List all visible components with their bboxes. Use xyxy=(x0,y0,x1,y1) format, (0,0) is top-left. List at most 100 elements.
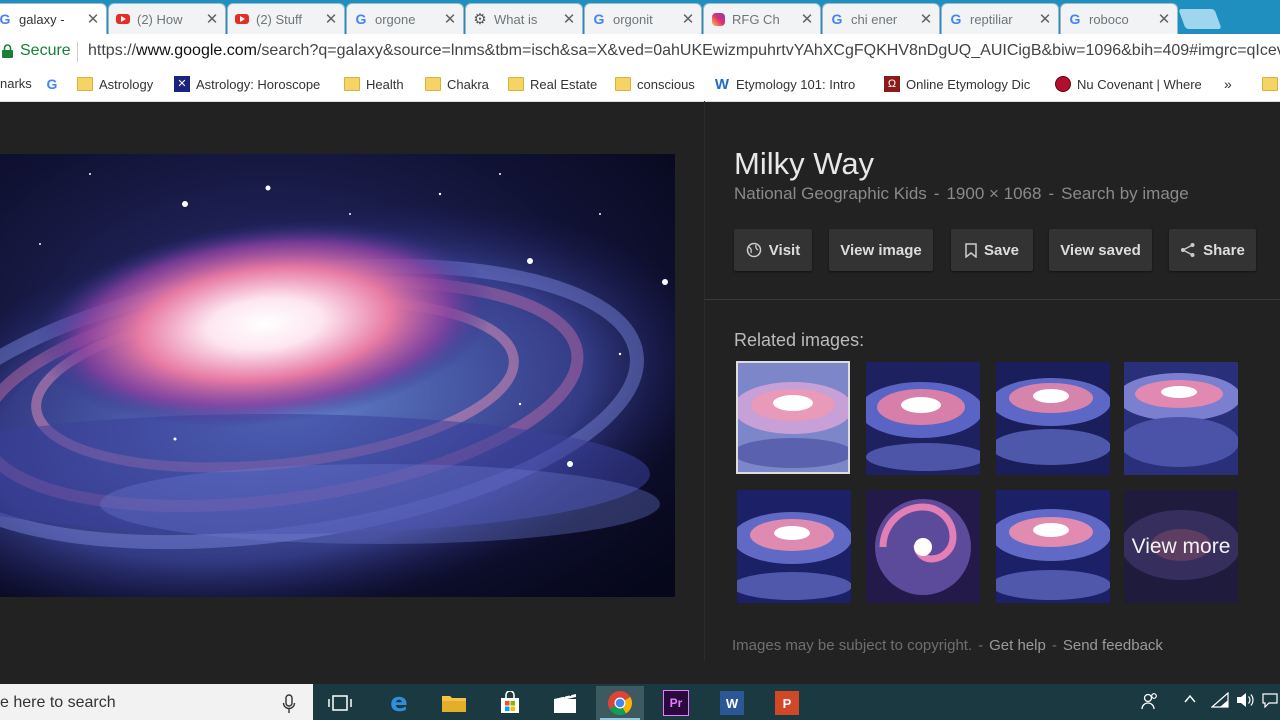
volume-icon[interactable] xyxy=(1236,692,1254,711)
bookmark-label: Real Estate xyxy=(530,76,598,92)
google-icon: G xyxy=(593,11,605,27)
movie-icon[interactable] xyxy=(541,686,589,720)
chevron-up-icon[interactable] xyxy=(1183,692,1197,709)
close-tab-icon[interactable]: ✕ xyxy=(800,10,814,28)
bookmark-etymology-101[interactable]: W Etymology 101: Intro xyxy=(714,76,871,92)
share-button[interactable]: Share xyxy=(1169,229,1256,271)
store-icon[interactable] xyxy=(486,686,534,720)
close-tab-icon[interactable]: ✕ xyxy=(86,10,100,28)
bookmark-cut[interactable]: narks xyxy=(0,76,32,91)
save-button[interactable]: Save xyxy=(951,229,1033,271)
tab-youtube-stuff[interactable]: (2) Stuff ✕ xyxy=(227,3,345,34)
bookmark-google[interactable]: G xyxy=(44,76,66,92)
view-saved-button[interactable]: View saved xyxy=(1049,229,1152,271)
close-tab-icon[interactable]: ✕ xyxy=(1157,10,1171,28)
google-icon: G xyxy=(355,11,367,27)
bookmark-chakra-folder[interactable]: Chakra xyxy=(425,76,489,92)
tab-chi-energy[interactable]: G chi ener ✕ xyxy=(822,3,940,34)
secure-label[interactable]: Secure xyxy=(20,42,71,60)
main-image-milky-way[interactable] xyxy=(0,154,675,597)
tab-rfg[interactable]: RFG Ch ✕ xyxy=(703,3,821,34)
galaxy-thumbnail xyxy=(738,363,848,472)
share-label: Share xyxy=(1203,241,1245,259)
google-icon: G xyxy=(831,11,843,27)
image-source-link[interactable]: National Geographic Kids xyxy=(734,184,927,203)
related-image-thumbnail[interactable] xyxy=(737,490,851,603)
search-by-image-link[interactable]: Search by image xyxy=(1061,184,1189,203)
other-bookmarks-folder-icon[interactable] xyxy=(1262,77,1278,91)
meta-separator: - xyxy=(933,184,940,203)
image-title[interactable]: Milky Way xyxy=(734,146,874,182)
tab-reptilian[interactable]: G reptiliar ✕ xyxy=(941,3,1059,34)
close-tab-icon[interactable]: ✕ xyxy=(1038,10,1052,28)
view-more-tile[interactable]: View more xyxy=(1124,490,1238,603)
visit-button[interactable]: Visit xyxy=(734,229,812,271)
bookmark-online-etymology[interactable]: Ω Online Etymology Dic xyxy=(884,76,1044,92)
footer-separator: - xyxy=(1051,637,1057,654)
close-tab-icon[interactable]: ✕ xyxy=(562,10,576,28)
wifi-icon[interactable] xyxy=(1210,691,1229,711)
tab-youtube-how[interactable]: (2) How ✕ xyxy=(108,3,226,34)
bookmark-nu-covenant[interactable]: Nu Covenant | Where xyxy=(1055,76,1212,92)
panel-divider xyxy=(704,101,705,661)
google-icon: G xyxy=(0,11,11,27)
task-view-icon[interactable] xyxy=(316,686,364,720)
related-image-thumbnail[interactable] xyxy=(1124,362,1238,475)
edge-icon[interactable]: e xyxy=(375,686,423,720)
related-image-thumbnail[interactable] xyxy=(866,490,980,603)
bookmark-real-estate-folder[interactable]: Real Estate xyxy=(508,76,597,92)
bookmark-label: narks xyxy=(0,76,32,91)
bookmark-health-folder[interactable]: Health xyxy=(344,76,404,92)
tab-galaxy[interactable]: G galaxy - ✕ xyxy=(0,3,107,34)
bookmark-label: Online Etymology Dic xyxy=(906,76,1031,92)
file-explorer-icon[interactable] xyxy=(430,686,478,720)
bookmark-conscious-folder[interactable]: conscious xyxy=(615,76,695,92)
folder-icon xyxy=(615,76,631,92)
bookmark-astrology-folder[interactable]: Astrology xyxy=(77,76,153,92)
bookmark-astrology-horoscope[interactable]: ✕ Astrology: Horoscope xyxy=(174,76,334,92)
close-tab-icon[interactable]: ✕ xyxy=(443,10,457,28)
taskbar-search-placeholder[interactable]: e here to search xyxy=(0,694,116,712)
view-image-button[interactable]: View image xyxy=(829,229,933,271)
related-image-thumbnail[interactable] xyxy=(866,362,980,475)
close-tab-icon[interactable]: ✕ xyxy=(919,10,933,28)
premiere-icon[interactable]: Pr xyxy=(652,686,700,720)
close-tab-icon[interactable]: ✕ xyxy=(205,10,219,28)
view-more-label: View more xyxy=(1124,490,1238,603)
close-tab-icon[interactable]: ✕ xyxy=(324,10,338,28)
galaxy-illustration xyxy=(0,154,675,597)
bookmark-label: Nu Covenant | Where xyxy=(1077,76,1202,92)
tab-orgone[interactable]: G orgone ✕ xyxy=(346,3,464,34)
get-help-link[interactable]: Get help xyxy=(989,637,1046,654)
google-icon: G xyxy=(1069,11,1081,27)
gear-icon: ⚙ xyxy=(473,11,487,28)
youtube-icon xyxy=(234,11,250,27)
lock-icon[interactable] xyxy=(2,44,13,58)
galaxy-thumbnail xyxy=(737,490,851,603)
folder-icon xyxy=(425,76,441,92)
action-center-icon[interactable] xyxy=(1262,692,1278,711)
new-tab-button[interactable] xyxy=(1178,9,1222,29)
tab-orgonite[interactable]: G orgonit ✕ xyxy=(584,3,702,34)
url-field[interactable]: https://www.google.com/search?q=galaxy&s… xyxy=(88,42,1280,60)
tab-robocop[interactable]: G roboco ✕ xyxy=(1060,3,1178,34)
microphone-icon[interactable] xyxy=(282,694,296,714)
bookmarks-more-button[interactable]: » xyxy=(1224,76,1232,92)
related-image-thumbnail[interactable] xyxy=(736,361,850,474)
tab-label: RFG Ch xyxy=(732,11,780,27)
word-icon[interactable]: W xyxy=(708,686,756,720)
powerpoint-icon[interactable]: P xyxy=(763,686,811,720)
close-tab-icon[interactable]: ✕ xyxy=(681,10,695,28)
send-feedback-link[interactable]: Send feedback xyxy=(1063,637,1163,654)
related-image-thumbnail[interactable] xyxy=(996,362,1110,475)
bookmarks-bar: narks G Astrology ✕ Astrology: Horoscope … xyxy=(0,70,1280,102)
instagram-icon xyxy=(710,11,726,27)
youtube-icon xyxy=(115,11,131,27)
chrome-icon[interactable] xyxy=(596,686,644,720)
people-icon[interactable] xyxy=(1141,692,1159,713)
tab-label: What is xyxy=(494,11,538,27)
related-image-thumbnail[interactable] xyxy=(996,490,1110,603)
tab-what-is[interactable]: ⚙ What is ✕ xyxy=(465,3,583,34)
nu-covenant-icon xyxy=(1055,76,1071,92)
url-domain: www.google.com xyxy=(136,42,257,59)
